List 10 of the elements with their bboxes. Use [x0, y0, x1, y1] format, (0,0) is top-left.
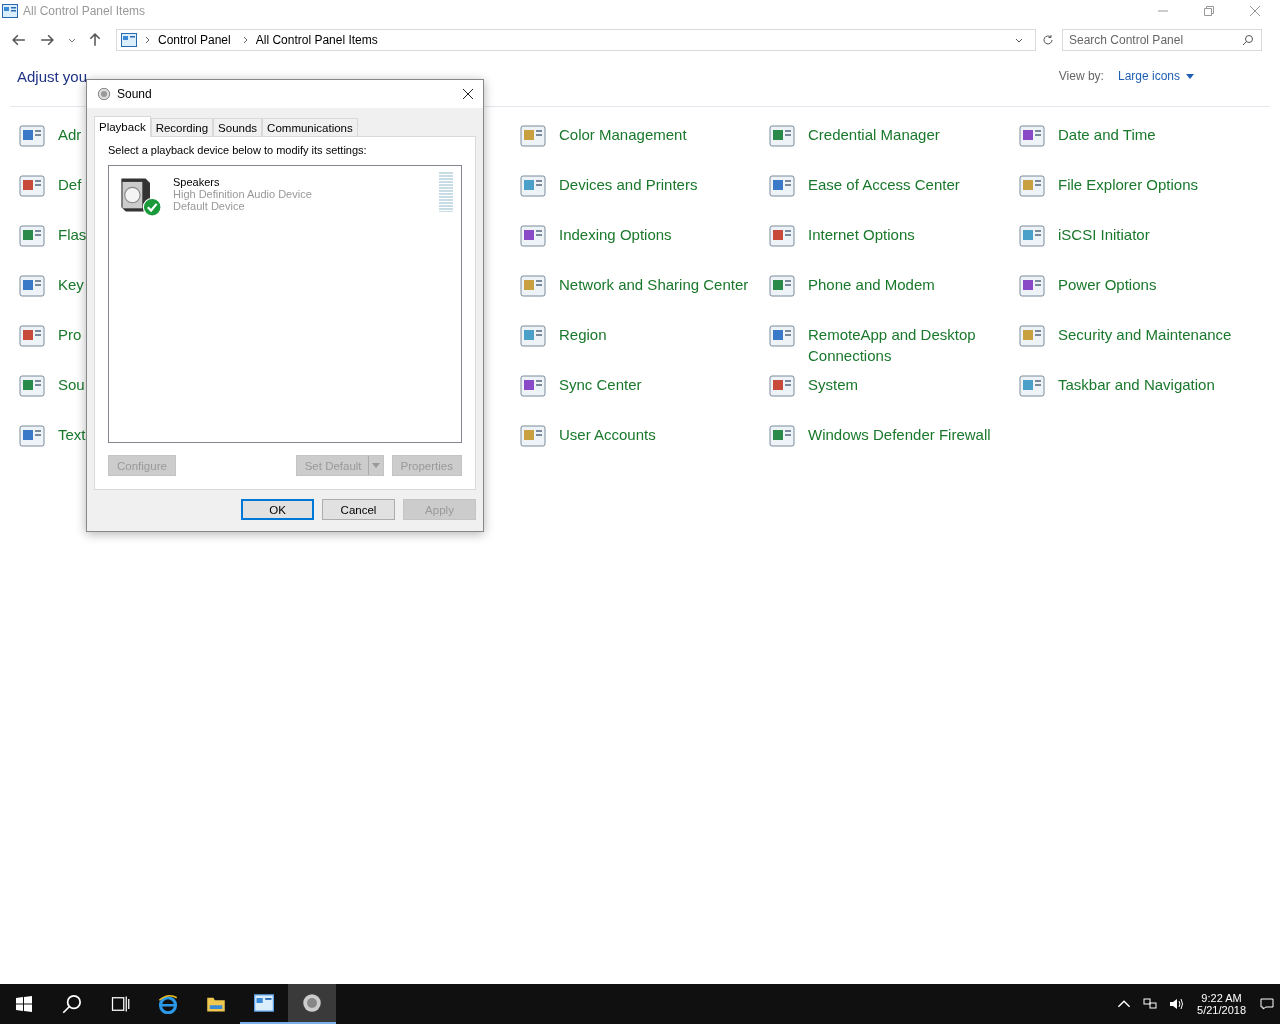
- time: 9:22 AM: [1201, 992, 1242, 1004]
- page-heading: Adjust you: [17, 67, 88, 85]
- window-title: All Control Panel Items: [23, 4, 146, 18]
- date: 5/21/2018: [1197, 1004, 1246, 1016]
- device-name: Speakers: [173, 176, 221, 188]
- device-description: High Definition Audio Device: [173, 188, 313, 200]
- instruction-text: Select a playback device below to modify its settings:: [108, 144, 368, 156]
- dialog-title: Sound: [117, 87, 152, 101]
- device-status: Default Device: [173, 200, 246, 212]
- view-by-label: View by:: [1058, 69, 1104, 83]
